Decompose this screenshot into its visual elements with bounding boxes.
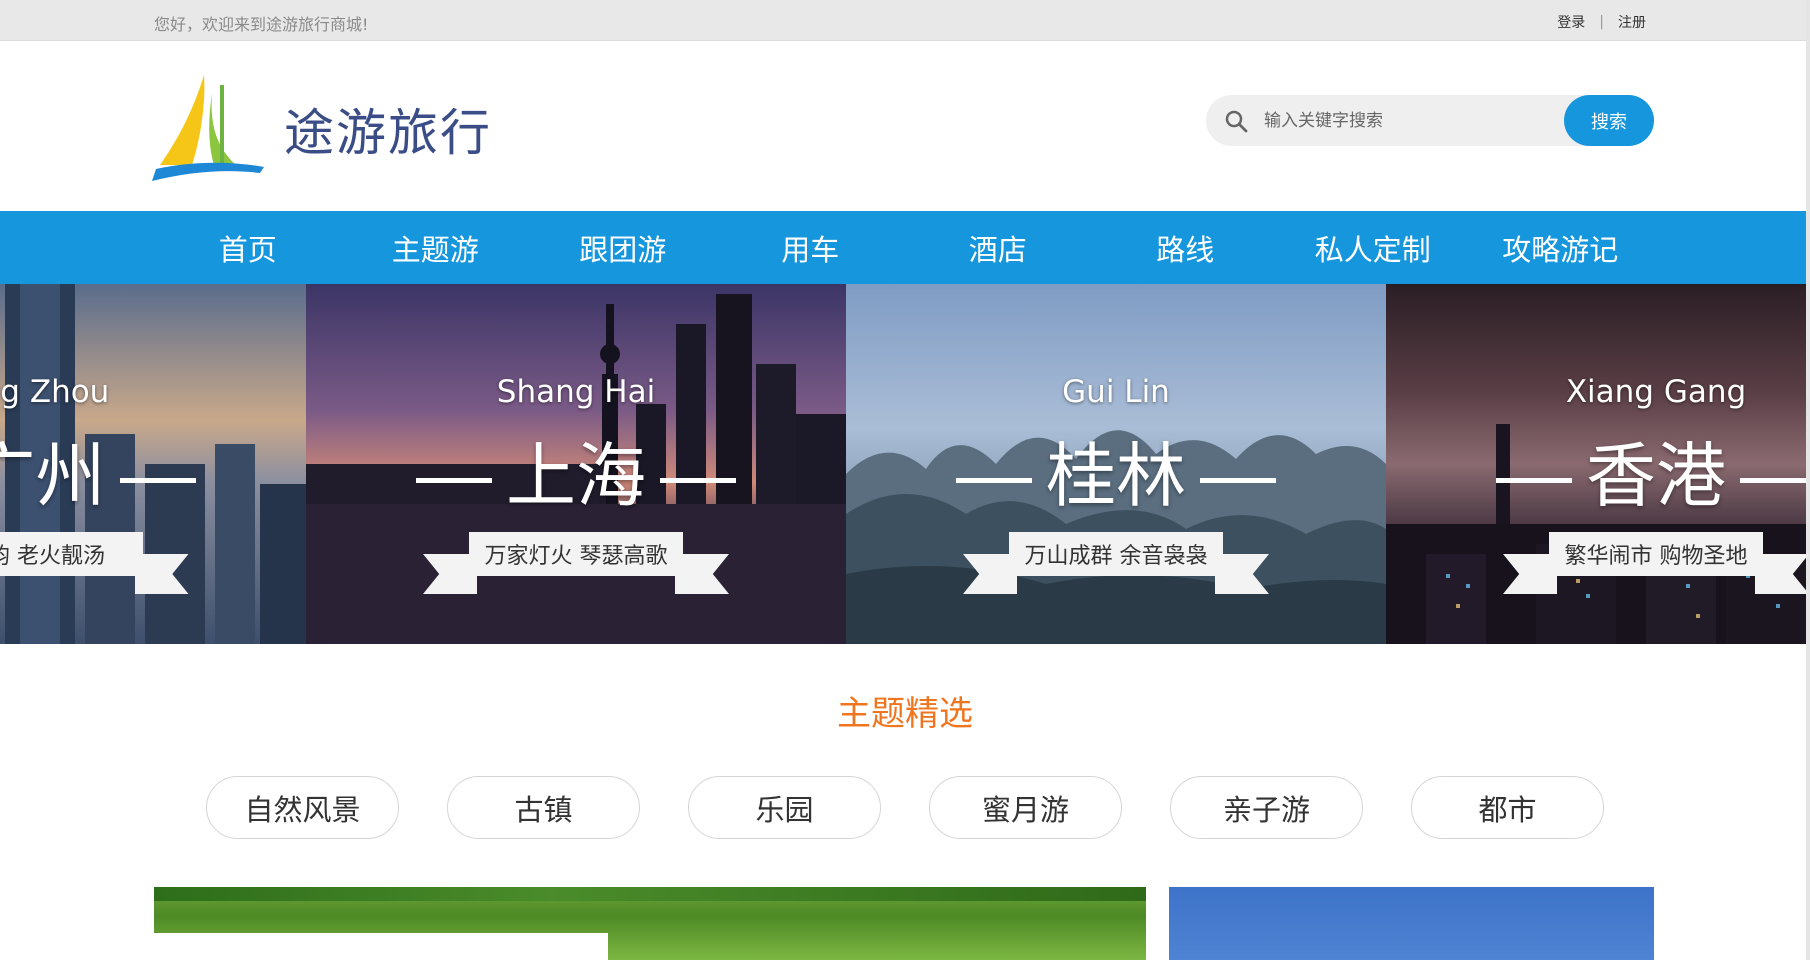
banner-city-cn: 香港 [1386, 420, 1806, 521]
search-bar: 搜索 [1206, 95, 1654, 146]
nav-item-hotel[interactable]: 酒店 [904, 211, 1092, 284]
banner-ribbon: 万家灯火 琴瑟高歌 [423, 532, 729, 594]
site-logo[interactable]: 途游旅行 [152, 63, 532, 183]
nav-item-guides[interactable]: 攻略游记 [1467, 211, 1655, 284]
brand-name: 途游旅行 [284, 104, 492, 162]
page-scrollbar[interactable] [1806, 0, 1810, 960]
nav-item-routes[interactable]: 路线 [1092, 211, 1280, 284]
theme-tag-nature[interactable]: 自然风景 [206, 776, 399, 839]
search-icon [1225, 110, 1248, 133]
banner-panel-hongkong[interactable]: Xiang Gang 香港 繁华闹市 购物圣地 [1386, 284, 1806, 644]
theme-tag-honeymoon[interactable]: 蜜月游 [929, 776, 1122, 839]
main-nav: 首页 主题游 跟团游 用车 酒店 路线 私人定制 攻略游记 [0, 211, 1806, 284]
banner-city-cn: 广州 [0, 420, 306, 521]
banner-panel-guangzhou[interactable]: ang Zhou 广州 古韵 老火靓汤 [0, 284, 306, 644]
banner-city-en: Xiang Gang [1565, 374, 1747, 410]
search-input[interactable] [1264, 105, 1564, 137]
theme-tag-ancient-town[interactable]: 古镇 [447, 776, 640, 839]
banner-city-en: Shang Hai [496, 374, 656, 410]
login-link[interactable]: 登录 [1557, 12, 1585, 32]
theme-section-title: 主题精选 [837, 694, 973, 734]
banner-tagline: 万家灯火 琴瑟高歌 [469, 532, 683, 576]
nav-item-custom[interactable]: 私人定制 [1279, 211, 1467, 284]
top-bar: 您好，欢迎来到途游旅行商城! 登录 | 注册 [0, 0, 1810, 41]
search-button[interactable]: 搜索 [1564, 95, 1654, 146]
theme-tag-list: 自然风景 古镇 乐园 蜜月游 亲子游 都市 [206, 776, 1604, 839]
banner-ribbon: 万山成群 余音袅袅 [963, 532, 1269, 594]
nav-item-home[interactable]: 首页 [154, 211, 342, 284]
banner-city-cn: 桂林 [846, 420, 1386, 521]
featured-image-caption-card [154, 933, 608, 960]
nav-item-theme-tour[interactable]: 主题游 [342, 211, 530, 284]
banner-tagline: 古韵 老火靓汤 [0, 532, 143, 576]
banner-panel-guilin[interactable]: Gui Lin 桂林 万山成群 余音袅袅 [846, 284, 1386, 644]
featured-image-sky[interactable] [1169, 887, 1654, 960]
auth-separator: | [1599, 14, 1604, 30]
banner-city-en: ang Zhou [0, 374, 110, 410]
banner-tagline: 繁华闹市 购物圣地 [1549, 532, 1763, 576]
banner-tagline: 万山成群 余音袅袅 [1009, 532, 1223, 576]
banner-city-cn: 上海 [306, 420, 846, 521]
register-link[interactable]: 注册 [1618, 12, 1646, 32]
site-header: 途游旅行 搜索 [0, 41, 1810, 211]
welcome-text: 您好，欢迎来到途游旅行商城! [154, 15, 369, 34]
banner-panel-shanghai[interactable]: Shang Hai 上海 万家灯火 琴瑟高歌 [306, 284, 846, 644]
banner-ribbon: 古韵 老火靓汤 [0, 532, 189, 594]
sail-logo-icon [152, 75, 264, 181]
theme-tag-park[interactable]: 乐园 [688, 776, 881, 839]
nav-item-group-tour[interactable]: 跟团游 [529, 211, 717, 284]
banner-city-en: Gui Lin [1062, 374, 1170, 410]
city-banner-carousel: ang Zhou 广州 古韵 老火靓汤 Shang Hai 上海 万家灯火 琴瑟… [0, 284, 1806, 644]
auth-links: 登录 | 注册 [1557, 12, 1646, 32]
theme-tag-city[interactable]: 都市 [1411, 776, 1604, 839]
featured-image-grassland[interactable] [154, 887, 1146, 960]
nav-item-car-rental[interactable]: 用车 [717, 211, 905, 284]
theme-tag-family[interactable]: 亲子游 [1170, 776, 1363, 839]
banner-ribbon: 繁华闹市 购物圣地 [1503, 532, 1806, 594]
